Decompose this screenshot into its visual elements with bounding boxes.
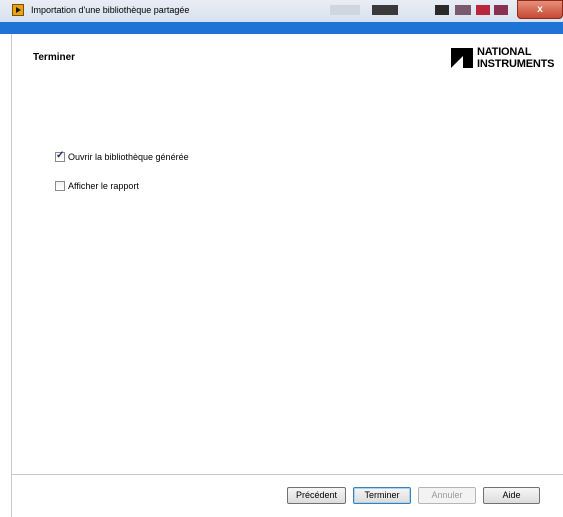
window-title: Importation d'une bibliothèque partagée	[31, 5, 190, 15]
close-button[interactable]: x	[517, 0, 563, 19]
logo-line-instruments: INSTRUMENTS	[477, 58, 555, 70]
back-button[interactable]: Précédent	[287, 487, 346, 504]
option-label: Ouvrir la bibliothèque générée	[68, 152, 189, 162]
ni-logo: NATIONAL INSTRUMENTS	[449, 45, 563, 71]
wizard-header: Terminer NATIONAL INSTRUMENTS	[12, 34, 563, 90]
footer-divider	[12, 474, 563, 475]
option-open-library[interactable]: Ouvrir la bibliothèque générée	[55, 150, 189, 162]
titlebar-blur-decoration	[455, 5, 471, 15]
titlebar-blur-decoration	[372, 5, 398, 15]
help-button[interactable]: Aide	[483, 487, 540, 504]
checkbox-unchecked-icon[interactable]	[55, 181, 65, 191]
titlebar-blur-decoration	[330, 5, 360, 15]
title-bar[interactable]: Importation d'une bibliothèque partagée …	[0, 0, 563, 22]
finish-button[interactable]: Terminer	[353, 487, 411, 504]
option-show-report[interactable]: Afficher le rapport	[55, 181, 139, 191]
cancel-button: Annuler	[418, 487, 476, 504]
ni-logo-icon	[451, 48, 473, 68]
checkbox-checked-icon[interactable]	[55, 150, 65, 162]
titlebar-blur-decoration	[435, 5, 449, 15]
page-title: Terminer	[33, 52, 76, 63]
labview-app-icon	[12, 4, 24, 16]
option-label: Afficher le rapport	[68, 181, 139, 191]
titlebar-blur-decoration	[494, 5, 508, 15]
accent-bar	[0, 22, 563, 34]
titlebar-blur-decoration	[476, 5, 490, 15]
logo-line-national: NATIONAL	[477, 46, 532, 58]
frame-border	[11, 34, 12, 517]
